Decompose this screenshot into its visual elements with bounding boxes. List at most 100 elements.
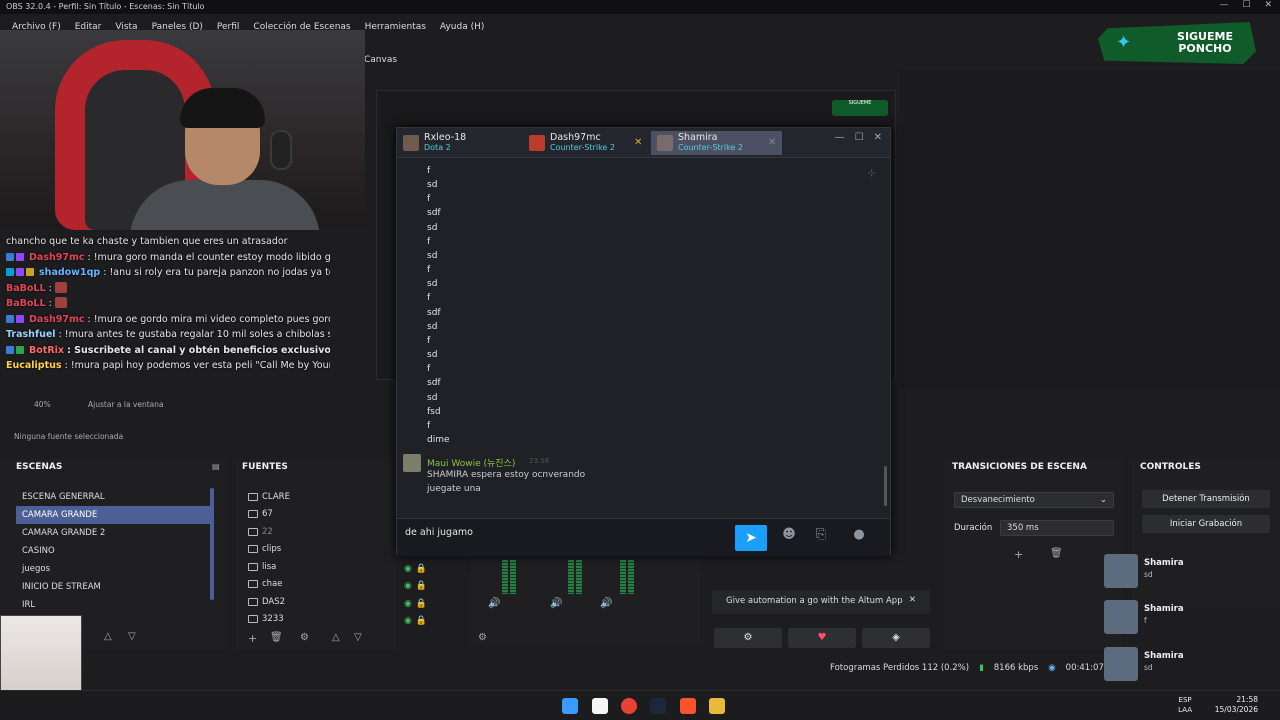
transition-select[interactable]: Desvanecimiento ⌄ [954, 492, 1114, 508]
pin-icon[interactable]: ⊹ [868, 168, 876, 179]
eye-icon[interactable]: ◉ [404, 564, 412, 574]
send-icon: ➤ [745, 530, 757, 546]
steam-notification[interactable]: Shamira f [1100, 598, 1260, 638]
send-button[interactable]: ➤ [735, 525, 767, 551]
keyboard-language[interactable]: ESP LAA [1178, 695, 1192, 715]
dock-menu-icon[interactable]: ▤ [212, 462, 220, 471]
fit-window-select[interactable]: Ajustar a la ventana [88, 400, 164, 409]
file-icon[interactable] [592, 698, 608, 714]
lock-icon[interactable]: 🔒 [416, 616, 427, 626]
add-transition-icon[interactable]: + [1014, 548, 1023, 561]
scene-item[interactable]: ESCENA GENERRAL [16, 488, 212, 506]
canvas-label[interactable]: Canvas [364, 55, 397, 65]
add-source-icon[interactable]: + [248, 632, 257, 645]
close-icon[interactable]: ✕ [768, 138, 776, 148]
close-icon[interactable]: ✕ [909, 595, 916, 605]
microphone-icon[interactable]: ● [849, 527, 869, 547]
trash-icon[interactable]: 🗑 [1050, 548, 1063, 559]
eye-icon[interactable]: ◉ [404, 616, 412, 626]
maximize-icon[interactable]: ☐ [1242, 0, 1250, 10]
minimize-icon[interactable]: — [1219, 0, 1228, 10]
scene-item[interactable]: IRL [16, 596, 212, 614]
badge-icon [16, 268, 24, 276]
maximize-icon[interactable]: ☐ [855, 132, 864, 143]
sender-name[interactable]: Maui Wowie (뉴진스) [427, 456, 515, 469]
scene-item-selected[interactable]: CAMARA GRANDE [16, 506, 212, 524]
speaker-icon[interactable]: 🔊 [488, 598, 500, 609]
source-item[interactable]: CLARE [248, 488, 388, 506]
tab-game: Counter-Strike 2 [678, 143, 743, 152]
badge-icon [6, 314, 14, 323]
scenes-scrollbar[interactable] [210, 488, 214, 600]
chat-text: : !mura papi hoy podemos ver esta peli "… [64, 360, 330, 371]
source-item[interactable]: clips [248, 541, 388, 559]
chat-scrollbar[interactable] [884, 466, 887, 506]
gear-icon[interactable]: ⚙ [478, 632, 487, 643]
source-item[interactable]: 67 [248, 506, 388, 524]
chrome-icon[interactable] [621, 698, 637, 714]
eye-icon[interactable]: ◉ [404, 599, 412, 609]
tab-dash97mc[interactable]: Dash97mc Counter-Strike 2 ✕ [529, 131, 642, 155]
speaker-icon[interactable]: 🔊 [550, 598, 562, 609]
message: sd [427, 350, 438, 361]
taskbar-clock[interactable]: 21:58 15/03/2026 [1215, 695, 1258, 715]
lock-icon[interactable]: 🔒 [416, 581, 427, 591]
source-item[interactable]: chae [248, 576, 388, 594]
heart-icon[interactable]: ♥ [788, 628, 856, 648]
menu-item[interactable]: Herramientas [365, 22, 426, 34]
scene-item[interactable]: CASINO [16, 542, 212, 560]
gear-icon[interactable]: ⚙ [714, 628, 782, 648]
close-icon[interactable]: ✕ [874, 132, 882, 143]
speaker-icon[interactable]: 🔊 [600, 598, 612, 609]
tab-rxleo[interactable]: Rxleo-18Dota 2 ✕ [403, 131, 540, 155]
stop-stream-button[interactable]: Detener Transmisión [1142, 490, 1270, 508]
chat-text: : !mura antes te gustaba regalar 10 mil … [58, 329, 330, 340]
move-down-icon[interactable]: ▽ [354, 632, 362, 643]
source-label: DAS2 [262, 596, 286, 607]
steam-notification[interactable]: Shamira sd [1100, 552, 1260, 592]
tab-shamira[interactable]: Shamira Counter-Strike 2 ✕ [651, 131, 783, 155]
scene-item[interactable]: CAMARA GRANDE 2 [16, 524, 212, 542]
message: sd [427, 180, 438, 191]
move-down-icon[interactable]: ▽ [128, 631, 136, 642]
lock-icon[interactable]: 🔒 [416, 599, 427, 609]
lock-icon[interactable]: 🔒 [416, 564, 427, 574]
source-item[interactable]: lisa [248, 558, 388, 576]
scene-item[interactable]: juegos [16, 560, 212, 578]
move-up-icon[interactable]: △ [104, 631, 112, 642]
zoom-level[interactable]: 40% [34, 400, 51, 409]
message: f [427, 166, 431, 176]
attach-icon[interactable]: ⎘ [811, 527, 831, 547]
app-icon[interactable] [709, 698, 725, 714]
tab-name: Rxleo-18 [424, 132, 467, 143]
message: f [427, 265, 431, 276]
windows-start-icon[interactable] [562, 698, 578, 714]
menu-item[interactable]: Ayuda (H) [440, 22, 484, 34]
trash-icon[interactable]: 🗑 [270, 632, 283, 643]
brave-icon[interactable] [680, 698, 696, 714]
preview-side-area [900, 70, 1280, 390]
audio-meter [620, 560, 626, 594]
emote-icon [54, 281, 67, 293]
source-item[interactable]: 3233 [248, 611, 388, 629]
badge-icon [16, 345, 24, 354]
source-item[interactable]: DAS2 [248, 593, 388, 611]
source-item[interactable]: 22 [248, 523, 388, 541]
close-icon[interactable]: ✕ [1264, 0, 1272, 10]
message-input[interactable]: de ahi jugamo [405, 527, 473, 538]
eye-icon[interactable]: ◉ [404, 581, 412, 591]
discord-icon[interactable]: ◈ [862, 628, 930, 648]
start-recording-button[interactable]: Iniciar Grabación [1142, 515, 1270, 533]
chat-user: Dash97mc [29, 251, 85, 263]
gear-icon[interactable]: ⚙ [300, 632, 309, 643]
duration-spinbox[interactable]: 350 ms [1000, 520, 1114, 536]
scene-item[interactable]: INICIO DE STREAM [16, 578, 212, 596]
chat-text: : !mura goro manda el counter estoy modo… [87, 251, 330, 263]
emoji-icon[interactable]: ☻ [779, 527, 799, 547]
move-up-icon[interactable]: △ [332, 632, 340, 643]
steam-icon[interactable] [650, 698, 666, 714]
tab-name: Shamira [678, 132, 718, 143]
altum-banner[interactable]: Give automation a go with the Altum App … [712, 590, 930, 614]
monitor-icon [248, 492, 258, 501]
minimize-icon[interactable]: — [835, 132, 845, 143]
